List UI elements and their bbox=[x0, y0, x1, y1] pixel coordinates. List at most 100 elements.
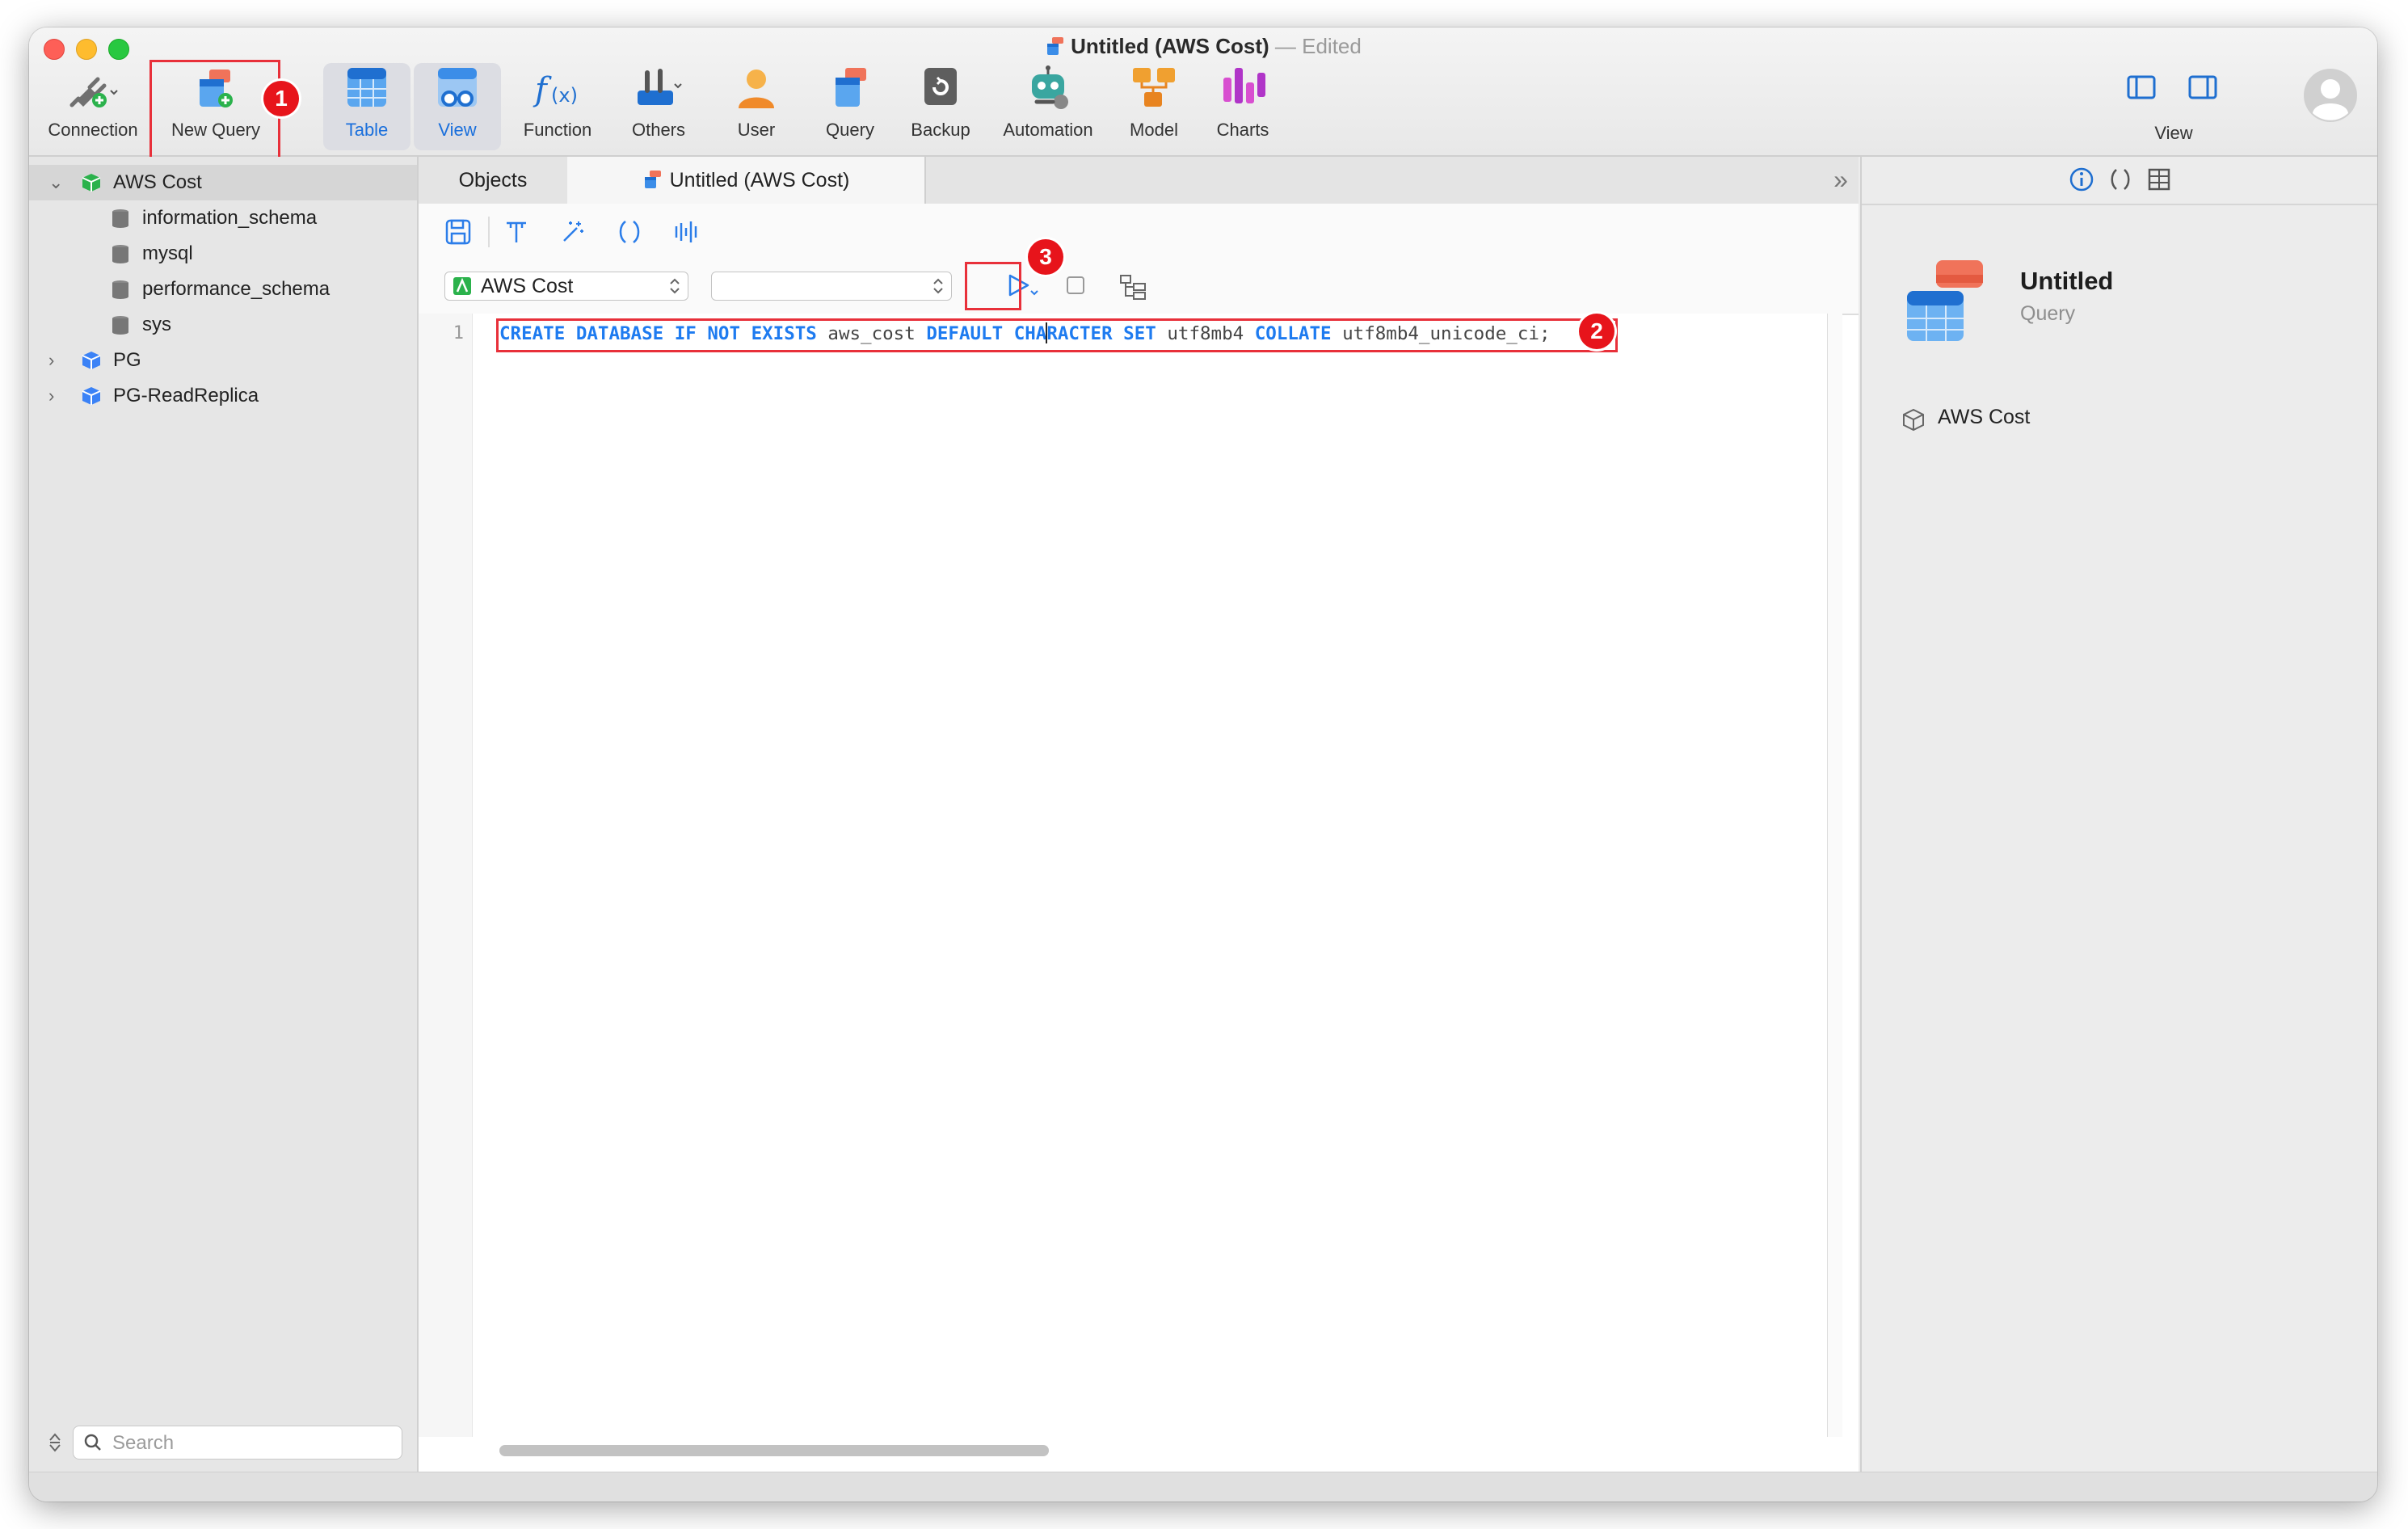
tree-db-label: sys bbox=[142, 314, 171, 335]
inspector-connection: AWS Cost bbox=[1938, 406, 2031, 428]
search-icon bbox=[84, 1434, 101, 1451]
connection-select[interactable]: AWS Cost bbox=[444, 272, 688, 301]
tree-connection-label: AWS Cost bbox=[113, 171, 202, 193]
sort-arrows-icon[interactable] bbox=[47, 1430, 63, 1455]
select-arrows-icon bbox=[933, 278, 943, 294]
window-title-text: Untitled (AWS Cost) bbox=[1071, 34, 1269, 58]
query-doc-icon bbox=[644, 171, 661, 188]
chevron-right-icon[interactable]: › bbox=[48, 378, 66, 414]
database-icon bbox=[112, 280, 128, 299]
backup-icon bbox=[924, 68, 957, 105]
explain-chart-icon[interactable] bbox=[672, 218, 700, 246]
line-gutter: 1 bbox=[419, 314, 473, 1437]
chevron-down-icon[interactable]: ⌄ bbox=[48, 165, 66, 200]
info-icon[interactable] bbox=[2069, 166, 2094, 192]
database-select[interactable] bbox=[711, 272, 952, 301]
step-1-badge: 1 bbox=[263, 81, 299, 116]
robot-icon bbox=[1032, 65, 1068, 109]
model-button[interactable]: Model bbox=[1110, 63, 1198, 150]
tools-icon bbox=[638, 69, 682, 105]
connection-label: Connection bbox=[48, 120, 138, 140]
run-button-highlight bbox=[965, 262, 1021, 310]
stop-icon[interactable] bbox=[1065, 275, 1086, 296]
function-button[interactable]: f (x) Function bbox=[509, 63, 606, 150]
tree-db-label: performance_schema bbox=[142, 278, 330, 300]
app-window: Untitled (AWS Cost) — Edited Connection bbox=[29, 27, 2377, 1502]
window-edited-status: — Edited bbox=[1274, 34, 1362, 58]
search-input[interactable] bbox=[111, 1430, 389, 1457]
search-field[interactable] bbox=[73, 1426, 402, 1460]
function-label: Function bbox=[523, 120, 592, 140]
tree-db-mysql[interactable]: mysql bbox=[29, 236, 417, 272]
right-sidebar-toggle-icon[interactable] bbox=[2188, 74, 2217, 100]
backup-button[interactable]: Backup bbox=[895, 63, 986, 150]
mysql-connection-icon bbox=[453, 277, 471, 295]
columns-grid-icon[interactable] bbox=[2146, 166, 2172, 192]
sql-statement-highlight bbox=[496, 318, 1618, 352]
svg-text:f: f bbox=[533, 71, 552, 108]
toolbar-divider bbox=[488, 217, 490, 247]
chevron-right-icon[interactable]: › bbox=[48, 343, 66, 378]
tree-connection-aws-cost[interactable]: ⌄ AWS Cost bbox=[29, 165, 417, 200]
view-button[interactable]: View bbox=[414, 63, 501, 150]
charts-icon bbox=[1223, 68, 1265, 103]
view-toggle-group: View bbox=[2119, 65, 2224, 154]
tree-connection-pg[interactable]: › PG bbox=[29, 343, 417, 378]
select-arrows-icon bbox=[670, 278, 680, 294]
editor-vertical-scrollbar[interactable] bbox=[1827, 314, 1842, 1437]
user-button[interactable]: User bbox=[718, 63, 795, 150]
tree-connection-label: PG bbox=[113, 349, 141, 371]
tree-db-information-schema[interactable]: information_schema bbox=[29, 200, 417, 236]
database-icon bbox=[112, 316, 128, 335]
tree-db-label: mysql bbox=[142, 242, 193, 264]
query-doc-icon bbox=[1047, 37, 1064, 55]
table-label: Table bbox=[345, 120, 389, 140]
connection-box-icon bbox=[1903, 408, 1924, 432]
tree-connection-pg-readreplica[interactable]: › PG-ReadReplica bbox=[29, 378, 417, 414]
inspector-title: Untitled bbox=[2020, 267, 2114, 295]
query-toolbar-run: AWS Cost bbox=[419, 260, 1859, 315]
query-editor-pane: Objects Untitled (AWS Cost) » AWS Cost 1… bbox=[419, 157, 1859, 1472]
tab-query[interactable]: Untitled (AWS Cost) bbox=[567, 157, 926, 204]
mysql-connection-icon bbox=[82, 174, 101, 192]
query-toolbar-actions bbox=[419, 204, 1859, 260]
format-text-icon[interactable] bbox=[503, 218, 530, 246]
code-snippet-icon[interactable] bbox=[616, 218, 643, 246]
others-button[interactable]: Others bbox=[614, 63, 703, 150]
toolbar: Untitled (AWS Cost) — Edited Connection bbox=[29, 27, 2377, 160]
left-sidebar-toggle-icon[interactable] bbox=[2127, 74, 2156, 100]
view-toggle-label: View bbox=[2154, 123, 2193, 143]
step-2-badge: 2 bbox=[1579, 314, 1614, 349]
window-title: Untitled (AWS Cost) — Edited bbox=[29, 34, 2377, 59]
view-label: View bbox=[438, 120, 477, 140]
plug-icon bbox=[69, 77, 118, 107]
charts-button[interactable]: Charts bbox=[1199, 63, 1286, 150]
user-label: User bbox=[737, 120, 776, 140]
more-tabs-icon[interactable]: » bbox=[1826, 165, 1855, 194]
save-icon[interactable] bbox=[444, 218, 472, 246]
connection-button[interactable]: Connection bbox=[32, 63, 154, 150]
editor-horizontal-scrollbar[interactable] bbox=[499, 1445, 1049, 1456]
explain-plan-icon[interactable] bbox=[1118, 273, 1147, 301]
sql-editor[interactable]: 1 CREATE DATABASE IF NOT EXISTS aws_cost… bbox=[419, 314, 1842, 1456]
tab-objects[interactable]: Objects bbox=[419, 157, 569, 204]
connection-select-value: AWS Cost bbox=[481, 275, 574, 297]
beautify-wand-icon[interactable] bbox=[559, 218, 587, 246]
inspector-tabs bbox=[1862, 157, 2377, 205]
user-icon bbox=[739, 70, 774, 108]
tab-query-label: Untitled (AWS Cost) bbox=[669, 169, 850, 192]
table-button[interactable]: Table bbox=[323, 63, 410, 150]
avatar[interactable] bbox=[2303, 68, 2358, 123]
query-button[interactable]: Query bbox=[806, 63, 894, 150]
step-3-badge: 3 bbox=[1028, 239, 1063, 275]
postgres-connection-icon bbox=[82, 352, 101, 369]
automation-button[interactable]: Automation bbox=[994, 63, 1102, 150]
query-label: Query bbox=[826, 120, 874, 140]
automation-label: Automation bbox=[1003, 120, 1093, 140]
ddl-parentheses-icon[interactable] bbox=[2107, 166, 2133, 192]
tree-db-label: information_schema bbox=[142, 207, 318, 229]
sidebar-search bbox=[47, 1424, 402, 1461]
tree-db-performance-schema[interactable]: performance_schema bbox=[29, 272, 417, 307]
backup-label: Backup bbox=[911, 120, 970, 140]
tree-db-sys[interactable]: sys bbox=[29, 307, 417, 343]
